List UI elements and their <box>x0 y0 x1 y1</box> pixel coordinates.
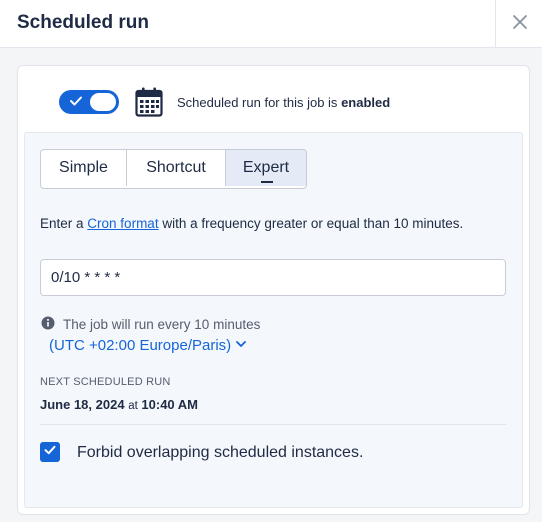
section-divider <box>40 424 506 425</box>
forbid-overlap-label: Forbid overlapping scheduled instances. <box>77 444 364 461</box>
help-suffix: with a frequency greater or equal than 1… <box>162 216 464 231</box>
panel-title: Scheduled run <box>17 12 149 33</box>
checkmark-icon <box>43 443 57 462</box>
cron-help-text: Enter a Cron format with a frequency gre… <box>40 214 490 234</box>
mode-tabs: Simple Shortcut Expert <box>40 149 307 189</box>
calendar-icon <box>135 87 163 122</box>
scheduled-run-panel: Scheduled run Scheduled run for this job… <box>0 0 542 522</box>
timezone-selector[interactable]: (UTC +02:00 Europe/Paris) <box>49 337 247 354</box>
status-prefix: Scheduled run for this job is <box>177 95 338 110</box>
timezone-label: (UTC +02:00 Europe/Paris) <box>49 337 232 354</box>
status-value: enabled <box>341 95 391 110</box>
next-run-date: June 18, 2024 <box>40 397 125 412</box>
tab-expert-underline <box>261 181 273 183</box>
cron-input[interactable] <box>40 259 506 296</box>
close-icon <box>512 14 528 35</box>
next-run-time: 10:40 AM <box>141 397 199 412</box>
cron-format-link[interactable]: Cron format <box>87 216 158 231</box>
check-icon <box>69 94 83 113</box>
chevron-down-icon <box>235 337 247 354</box>
info-icon <box>41 316 55 333</box>
toggle-knob <box>90 93 116 111</box>
schedule-toggle[interactable] <box>59 90 119 114</box>
next-run-at: at <box>128 400 138 412</box>
tab-expert[interactable]: Expert <box>226 150 306 186</box>
forbid-overlap-checkbox[interactable] <box>40 442 60 462</box>
schedule-status-text: Scheduled run for this job is enabled <box>177 95 390 110</box>
help-prefix: Enter a <box>40 216 84 231</box>
frequency-info-text: The job will run every 10 minutes <box>63 317 261 332</box>
schedule-toggle-row <box>59 88 119 116</box>
close-button[interactable] <box>504 8 536 40</box>
header-divider <box>495 0 496 47</box>
next-run-label: NEXT SCHEDULED RUN <box>40 376 171 388</box>
tab-shortcut[interactable]: Shortcut <box>127 150 226 186</box>
tab-simple[interactable]: Simple <box>41 150 127 186</box>
next-run-value: June 18, 2024 at 10:40 AM <box>40 397 198 412</box>
frequency-info: The job will run every 10 minutes <box>41 316 260 333</box>
panel-header: Scheduled run <box>0 0 542 48</box>
tab-expert-label: Expert <box>242 159 290 176</box>
